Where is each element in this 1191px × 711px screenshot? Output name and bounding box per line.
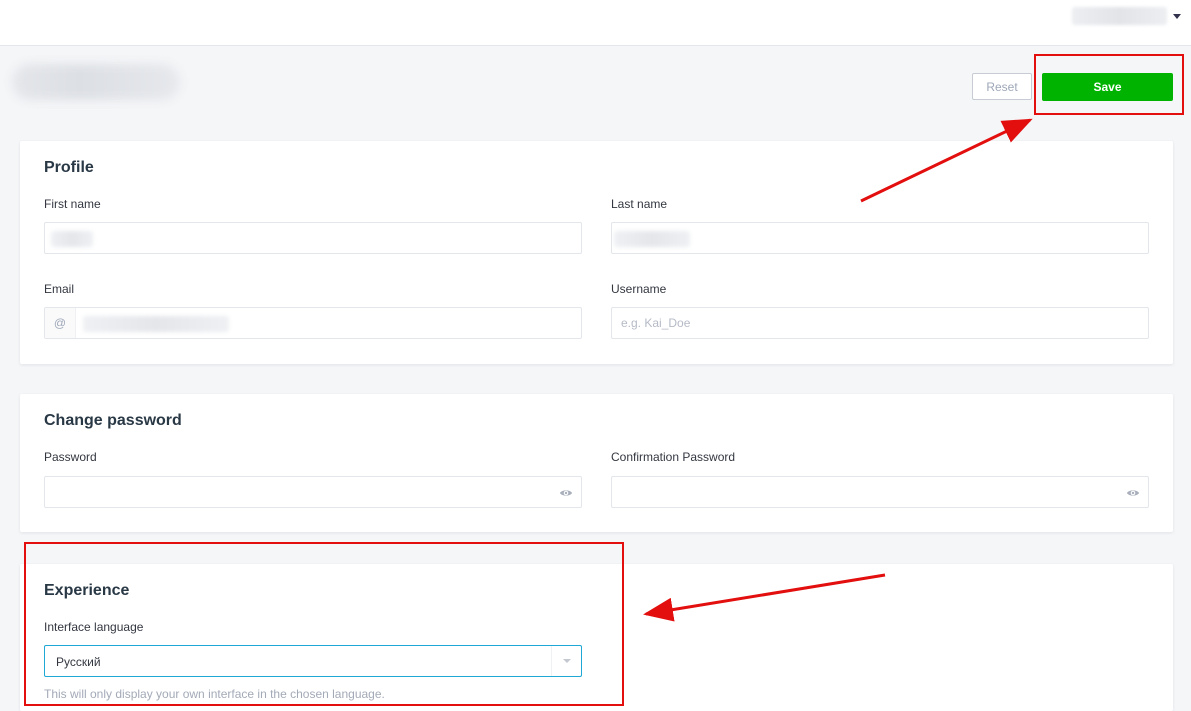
eye-icon[interactable]	[559, 486, 573, 500]
last-name-field[interactable]	[611, 222, 1149, 254]
experience-card: Experience Interface language Русский Th…	[20, 564, 1173, 711]
email-field[interactable]: @	[44, 307, 582, 339]
select-toggle[interactable]	[551, 646, 581, 676]
reset-button[interactable]: Reset	[972, 73, 1032, 100]
selected-language: Русский	[56, 655, 101, 669]
user-name-redacted	[1072, 7, 1167, 25]
save-button[interactable]: Save	[1042, 73, 1173, 101]
top-navigation-bar	[0, 0, 1191, 46]
page-title-redacted	[12, 64, 180, 100]
username-label: Username	[611, 282, 667, 296]
first-name-label: First name	[44, 197, 101, 211]
change-password-section-title: Change password	[44, 412, 182, 429]
eye-icon[interactable]	[1126, 486, 1140, 500]
first-name-value-redacted	[51, 231, 93, 247]
chevron-down-icon	[562, 659, 571, 663]
profile-card: Profile First name Last name Email @ Use…	[20, 141, 1173, 364]
password-field[interactable]	[44, 476, 582, 508]
change-password-card: Change password Password Confirmation Pa…	[20, 394, 1173, 532]
language-hint: This will only display your own interfac…	[44, 687, 385, 701]
confirmation-password-field[interactable]	[611, 476, 1149, 508]
profile-section-title: Profile	[44, 159, 94, 176]
last-name-label: Last name	[611, 197, 668, 211]
user-menu[interactable]	[1072, 7, 1181, 25]
first-name-field[interactable]	[44, 222, 582, 254]
interface-language-label: Interface language	[44, 620, 144, 634]
username-field[interactable]: e.g. Kai_Doe	[611, 307, 1149, 339]
email-label: Email	[44, 282, 75, 296]
interface-language-select[interactable]: Русский	[44, 645, 582, 677]
email-value-redacted	[83, 316, 229, 332]
experience-section-title: Experience	[44, 582, 130, 599]
username-placeholder: e.g. Kai_Doe	[621, 316, 691, 330]
password-label: Password	[44, 450, 97, 464]
at-sign-icon: @	[45, 308, 76, 338]
chevron-down-icon[interactable]	[1173, 13, 1181, 19]
last-name-value-redacted	[614, 231, 690, 247]
confirmation-password-label: Confirmation Password	[611, 450, 736, 464]
